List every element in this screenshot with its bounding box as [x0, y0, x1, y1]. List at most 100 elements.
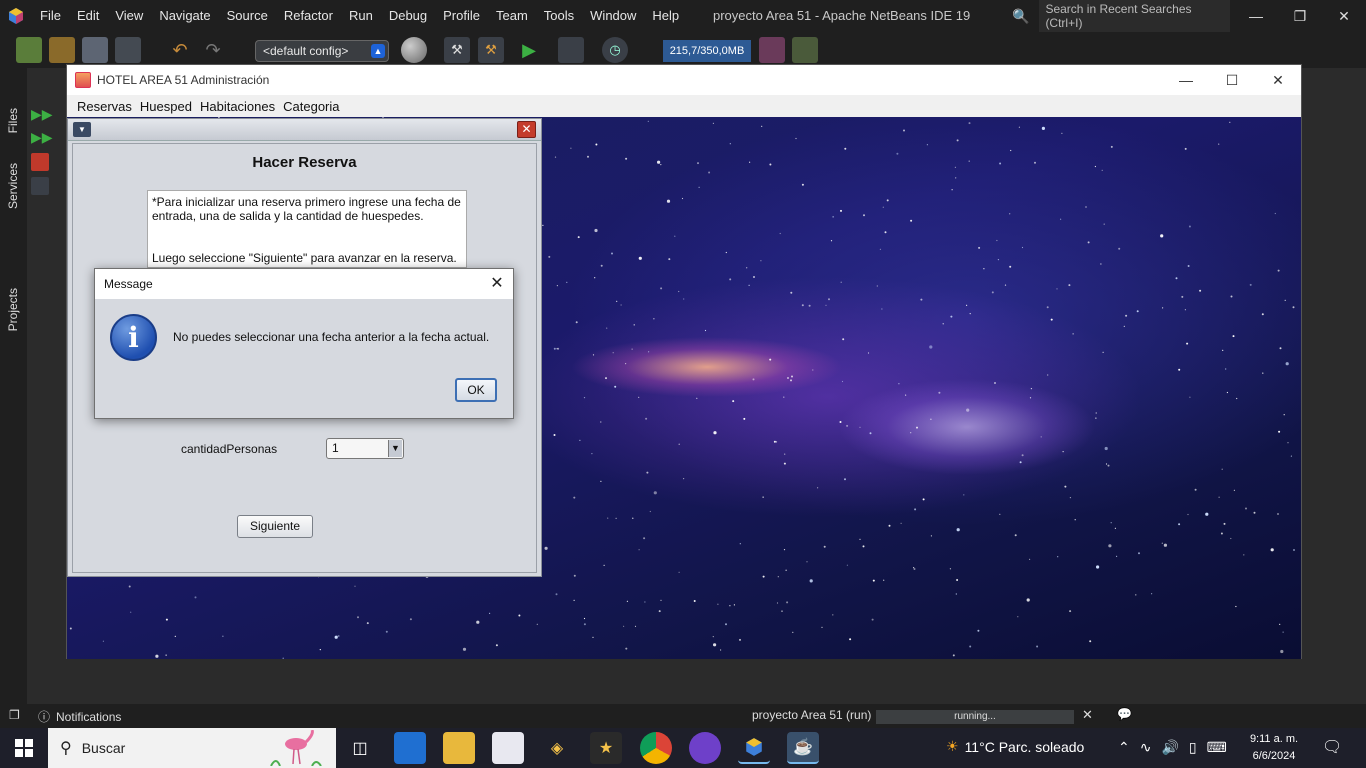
- dialog-close-button[interactable]: ✕: [481, 269, 513, 299]
- menu-team[interactable]: Team: [488, 0, 536, 32]
- app-minimize-button[interactable]: —: [1163, 65, 1209, 95]
- search-icon: ⚲: [60, 740, 72, 757]
- new-project-icon[interactable]: [49, 37, 75, 63]
- app-close-button[interactable]: ✕: [1255, 65, 1301, 95]
- netbeans-taskbar-icon[interactable]: [738, 732, 770, 764]
- clock-date: 6/6/2024: [1252, 750, 1296, 762]
- menu-huesped[interactable]: Huesped: [136, 99, 196, 114]
- siguiente-button[interactable]: Siguiente: [237, 515, 313, 538]
- github-desktop-icon[interactable]: [689, 732, 721, 764]
- dialog-title: Message: [104, 277, 153, 291]
- menu-profile[interactable]: Profile: [435, 0, 488, 32]
- gc-icon[interactable]: [759, 37, 785, 63]
- menu-debug[interactable]: Debug: [381, 0, 435, 32]
- battery-icon[interactable]: ▯: [1189, 739, 1197, 756]
- ide-search-box[interactable]: 🔍 Search in Recent Searches (Ctrl+I): [1012, 0, 1230, 32]
- taskbar-search-text: Buscar: [81, 740, 126, 756]
- ide-statusbar: ❐ ⓘ Notifications proyecto Area 51 (run)…: [0, 704, 1366, 728]
- menu-run[interactable]: Run: [341, 0, 381, 32]
- chevron-up-icon[interactable]: ⌃: [1118, 739, 1130, 756]
- tab-projects[interactable]: Projects: [6, 288, 20, 331]
- frame-close-button[interactable]: ✕: [517, 121, 536, 138]
- profile-icon[interactable]: ◷: [602, 37, 628, 63]
- menu-refactor[interactable]: Refactor: [276, 0, 341, 32]
- chevron-down-icon: ▼: [388, 440, 402, 457]
- tab-services[interactable]: Services: [6, 163, 20, 209]
- run-icon[interactable]: ▶: [516, 37, 542, 63]
- cancel-task-icon[interactable]: ✕: [1082, 707, 1093, 723]
- reservation-frame-titlebar: ▼ ✕: [68, 119, 541, 141]
- instructions-text-2: Luego seleccione "Siguiente" para avanza…: [152, 251, 457, 265]
- menu-window[interactable]: Window: [582, 0, 644, 32]
- mail-icon[interactable]: [394, 732, 426, 764]
- memory-snapshot-icon[interactable]: [792, 37, 818, 63]
- clean-build-icon[interactable]: ⚒: [478, 37, 504, 63]
- personas-select[interactable]: 1 ▼: [326, 438, 404, 459]
- stop-icon[interactable]: [31, 153, 49, 171]
- ide-minimize-button[interactable]: —: [1234, 0, 1278, 32]
- instructions-textarea[interactable]: *Para inicializar una reserva primero in…: [147, 190, 467, 268]
- message-dialog: Message ✕ i No puedes seleccionar una fe…: [94, 268, 514, 419]
- save-all-icon[interactable]: [115, 37, 141, 63]
- debug-icon[interactable]: [558, 37, 584, 63]
- maximize-icon[interactable]: ❐: [9, 708, 20, 722]
- menu-help[interactable]: Help: [644, 0, 687, 32]
- memory-indicator[interactable]: 215,7/350,0MB: [663, 40, 751, 62]
- task-view-icon[interactable]: ◫: [344, 732, 376, 764]
- dialog-titlebar: Message ✕: [95, 269, 513, 299]
- keyboard-icon[interactable]: ⌨: [1207, 739, 1227, 756]
- menu-navigate[interactable]: Navigate: [151, 0, 218, 32]
- notifications-button[interactable]: ⓘ Notifications: [38, 708, 121, 725]
- start-button[interactable]: [0, 728, 48, 768]
- ok-button[interactable]: OK: [455, 378, 497, 402]
- weather-widget[interactable]: ☀ 11°C Parc. soleado: [946, 738, 1084, 755]
- tab-files[interactable]: Files: [6, 108, 20, 133]
- redo-icon[interactable]: ↷: [200, 37, 226, 63]
- new-file-icon[interactable]: [16, 37, 42, 63]
- menu-reservas[interactable]: Reservas: [73, 99, 136, 114]
- info-icon: i: [110, 314, 157, 361]
- taskbar-clock[interactable]: 9:11 a. m. 6/6/2024: [1244, 731, 1304, 765]
- config-select[interactable]: <default config> ▲: [255, 40, 389, 62]
- search-icon: 🔍: [1012, 7, 1030, 24]
- dialog-message: No puedes seleccionar una fecha anterior…: [173, 330, 490, 344]
- menu-view[interactable]: View: [107, 0, 151, 32]
- menu-habitaciones[interactable]: Habitaciones: [196, 99, 279, 114]
- notes-icon[interactable]: ★: [590, 732, 622, 764]
- menu-file[interactable]: File: [32, 0, 69, 32]
- chevron-down-icon: ▲: [371, 44, 385, 58]
- personas-label: cantidadPersonas: [181, 442, 278, 456]
- undo-icon[interactable]: ↶: [167, 37, 193, 63]
- volume-icon[interactable]: 🔊: [1161, 739, 1178, 756]
- windows-taskbar: ⚲ Buscar ◫ ◈ ★ ☕ ☀ 11°C Parc. soleado ⌃ …: [0, 728, 1366, 768]
- build-hammer-icon[interactable]: ⚒: [444, 37, 470, 63]
- taskbar-search[interactable]: ⚲ Buscar: [48, 728, 336, 768]
- chat-icon[interactable]: 💬: [1117, 707, 1132, 721]
- app-maximize-button[interactable]: ☐: [1209, 65, 1255, 95]
- settings-icon[interactable]: [31, 177, 49, 195]
- photos-icon[interactable]: [492, 732, 524, 764]
- menu-tools[interactable]: Tools: [536, 0, 582, 32]
- menu-categoria[interactable]: Categoria: [279, 99, 343, 114]
- clock-time: 9:11 a. m.: [1249, 733, 1299, 745]
- ide-search-placeholder: Search in Recent Searches (Ctrl+I): [1039, 0, 1230, 32]
- ide-close-button[interactable]: ✕: [1322, 0, 1366, 32]
- config-value: <default config>: [263, 44, 349, 58]
- browser-icon[interactable]: [401, 37, 427, 63]
- paint-icon[interactable]: ◈: [541, 732, 573, 764]
- chrome-icon[interactable]: [640, 732, 672, 764]
- flamingo-icon: [270, 730, 322, 766]
- file-explorer-icon[interactable]: [443, 732, 475, 764]
- java-app-taskbar-icon[interactable]: ☕: [787, 732, 819, 764]
- frame-menu-icon[interactable]: ▼: [73, 122, 91, 137]
- run-again-icon-2[interactable]: ▶▶: [31, 129, 53, 147]
- action-center-icon[interactable]: 🗨: [1322, 737, 1342, 757]
- app-menubar: Reservas Huesped Habitaciones Categoria: [67, 95, 1301, 117]
- wifi-icon[interactable]: ∿: [1140, 739, 1152, 756]
- run-again-icon[interactable]: ▶▶: [31, 106, 53, 124]
- open-project-icon[interactable]: [82, 37, 108, 63]
- menu-source[interactable]: Source: [219, 0, 276, 32]
- menu-edit[interactable]: Edit: [69, 0, 107, 32]
- ide-restore-button[interactable]: ❐: [1278, 0, 1322, 32]
- notifications-label: Notifications: [56, 709, 122, 724]
